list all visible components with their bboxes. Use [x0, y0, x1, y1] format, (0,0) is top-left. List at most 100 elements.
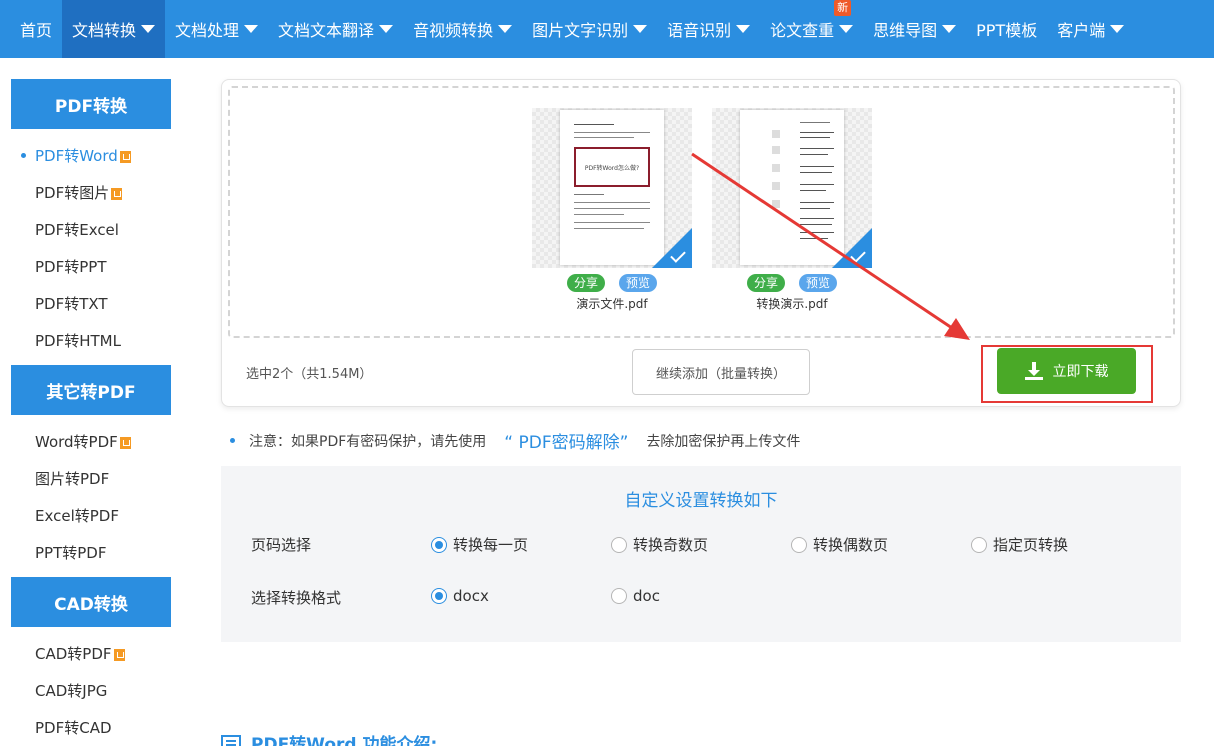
radio-icon [611, 588, 627, 604]
top-nav: 首页 文档转换 文档处理 文档文本翻译 音视频转换 图片文字识别 语音识别 论文… [0, 0, 1214, 58]
sidebar-item-pdf-to-image[interactable]: PDF转图片 [11, 174, 171, 211]
preview-button[interactable]: 预览 [619, 274, 657, 292]
sidebar-item-label: PDF转PPT [35, 256, 106, 277]
radio-label: 转换奇数页 [633, 534, 708, 555]
nav-client[interactable]: 客户端 [1047, 0, 1134, 58]
nav-label: 首页 [20, 17, 52, 41]
nav-label: 图片文字识别 [532, 17, 628, 41]
notice-prefix: 注意：如果PDF有密码保护，请先使用 [249, 431, 486, 451]
radio-icon [791, 537, 807, 553]
vip-icon [120, 151, 131, 163]
download-button[interactable]: 立即下载 [997, 348, 1136, 394]
nav-av-convert[interactable]: 音视频转换 [403, 0, 522, 58]
radio-label: docx [453, 587, 489, 605]
sidebar-item-pdf-to-html[interactable]: PDF转HTML [11, 322, 171, 359]
pdf-page-preview: PDF转Word怎么做? [560, 110, 664, 265]
selected-count: 选中2个（共1.54M） [246, 363, 372, 382]
caret-down-icon [1110, 25, 1124, 33]
share-button[interactable]: 分享 [567, 274, 605, 292]
radio-icon [611, 537, 627, 553]
notice: 注意：如果PDF有密码保护，请先使用 “ PDF密码解除” 去除加密保护再上传文… [230, 428, 800, 453]
sidebar-section-title: CAD转换 [11, 577, 171, 627]
sidebar-item-label: PDF转Word [35, 145, 118, 166]
pdf-page-preview [740, 110, 844, 265]
sidebar-item-image-to-pdf[interactable]: 图片转PDF [11, 460, 171, 497]
nav-mindmap[interactable]: 思维导图 [863, 0, 966, 58]
file-name: 转换演示.pdf [712, 295, 872, 312]
nav-ocr[interactable]: 图片文字识别 [522, 0, 657, 58]
download-label: 立即下载 [1053, 361, 1109, 381]
add-more-button[interactable]: 继续添加（批量转换） [632, 349, 810, 395]
sidebar-item-word-to-pdf[interactable]: Word转PDF [11, 423, 171, 460]
radio-docx[interactable]: docx [431, 587, 489, 605]
radio-every-page[interactable]: 转换每一页 [431, 534, 528, 555]
nav-plagiarism[interactable]: 论文查重新 [760, 0, 863, 58]
share-button[interactable]: 分享 [747, 274, 785, 292]
file-card[interactable]: PDF转Word怎么做? 分享 预览 演示文件.pdf [532, 108, 692, 312]
intro-heading: PDF转Word 功能介绍: [221, 730, 437, 746]
nav-doc-translate[interactable]: 文档文本翻译 [268, 0, 403, 58]
file-name: 演示文件.pdf [532, 295, 692, 312]
caret-down-icon [942, 25, 956, 33]
file-dropzone[interactable]: PDF转Word怎么做? 分享 预览 演示文件.pdf [228, 86, 1175, 338]
upload-panel: PDF转Word怎么做? 分享 预览 演示文件.pdf [221, 79, 1181, 407]
sidebar-item-cad-to-jpg[interactable]: CAD转JPG [11, 672, 171, 709]
sidebar-list: PDF转Word PDF转图片 PDF转Excel PDF转PPT PDF转TX… [11, 129, 171, 365]
sidebar-item-label: PDF转图片 [35, 182, 109, 203]
sidebar-item-label: 图片转PDF [35, 468, 109, 489]
caret-down-icon [633, 25, 647, 33]
file-card[interactable]: 分享 预览 转换演示.pdf [712, 108, 872, 312]
radio-label: 转换每一页 [453, 534, 528, 555]
sidebar: PDF转换 PDF转Word PDF转图片 PDF转Excel PDF转PPT … [11, 79, 171, 746]
sidebar-item-ppt-to-pdf[interactable]: PPT转PDF [11, 534, 171, 571]
nav-label: 文档转换 [72, 17, 136, 41]
pdf-unlock-link[interactable]: “ PDF密码解除” [504, 428, 628, 453]
thumbnail-title: PDF转Word怎么做? [585, 163, 639, 172]
radio-doc[interactable]: doc [611, 587, 660, 605]
file-thumbnail [712, 108, 872, 268]
nav-doc-process[interactable]: 文档处理 [165, 0, 268, 58]
sidebar-item-excel-to-pdf[interactable]: Excel转PDF [11, 497, 171, 534]
selected-corner [652, 228, 692, 268]
nav-speech[interactable]: 语音识别 [657, 0, 760, 58]
sidebar-item-pdf-to-cad[interactable]: PDF转CAD [11, 709, 171, 746]
nav-label: PPT模板 [976, 17, 1037, 41]
sidebar-list: CAD转PDF CAD转JPG PDF转CAD [11, 627, 171, 746]
radio-label: 转换偶数页 [813, 534, 888, 555]
bullet-icon [230, 438, 235, 443]
sidebar-section-title: 其它转PDF [11, 365, 171, 415]
format-select-label: 选择转换格式 [251, 587, 341, 608]
sidebar-item-cad-to-pdf[interactable]: CAD转PDF [11, 635, 171, 672]
settings-title: 自定义设置转换如下 [221, 486, 1181, 511]
nav-home[interactable]: 首页 [10, 0, 62, 58]
radio-even-pages[interactable]: 转换偶数页 [791, 534, 888, 555]
radio-icon [971, 537, 987, 553]
vip-icon [114, 649, 125, 661]
sidebar-item-pdf-to-excel[interactable]: PDF转Excel [11, 211, 171, 248]
sidebar-item-label: PDF转TXT [35, 293, 108, 314]
nav-ppt-template[interactable]: PPT模板 [966, 0, 1047, 58]
radio-icon [431, 537, 447, 553]
nav-doc-convert[interactable]: 文档转换 [62, 0, 165, 58]
radio-specific-pages[interactable]: 指定页转换 [971, 534, 1068, 555]
caret-down-icon [379, 25, 393, 33]
sidebar-item-pdf-to-ppt[interactable]: PDF转PPT [11, 248, 171, 285]
settings-panel: 自定义设置转换如下 页码选择 转换每一页 转换奇数页 转换偶数页 指定页转换 选… [221, 466, 1181, 642]
sidebar-item-pdf-to-txt[interactable]: PDF转TXT [11, 285, 171, 322]
sidebar-item-label: PDF转CAD [35, 717, 112, 738]
file-thumbnail: PDF转Word怎么做? [532, 108, 692, 268]
radio-icon [431, 588, 447, 604]
intro-title: PDF转Word 功能介绍: [251, 730, 437, 746]
preview-button[interactable]: 预览 [799, 274, 837, 292]
sidebar-item-label: CAD转JPG [35, 680, 107, 701]
nav-label: 思维导图 [873, 17, 937, 41]
caret-down-icon [736, 25, 750, 33]
sidebar-item-label: PDF转Excel [35, 219, 119, 240]
radio-odd-pages[interactable]: 转换奇数页 [611, 534, 708, 555]
document-icon [221, 735, 241, 746]
nav-label: 客户端 [1057, 17, 1105, 41]
sidebar-item-pdf-to-word[interactable]: PDF转Word [11, 137, 171, 174]
nav-label: 音视频转换 [413, 17, 493, 41]
caret-down-icon [498, 25, 512, 33]
sidebar-item-label: Excel转PDF [35, 505, 119, 526]
